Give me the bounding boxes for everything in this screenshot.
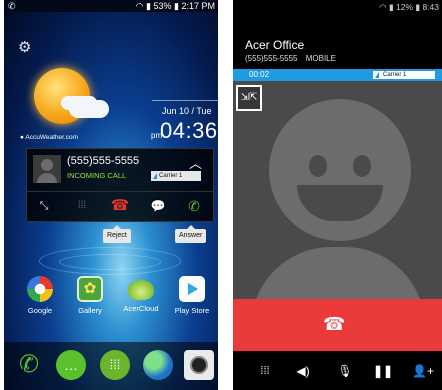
browser-icon[interactable] xyxy=(143,350,173,380)
avatar-eye xyxy=(309,155,327,177)
incoming-call-screen: ✆ ◠ ▮ 53% ▮ 2:17 PM ⚙ ● AccuWeather.com … xyxy=(4,0,218,390)
call-status-label: INCOMING CALL xyxy=(67,171,127,180)
app-play-store[interactable]: Play Store xyxy=(166,276,218,315)
apps-icon[interactable]: ⁞⁞⁞ xyxy=(100,350,130,380)
end-call-button[interactable]: ☎ xyxy=(233,299,442,351)
reject-tooltip: Reject xyxy=(103,225,131,243)
number-type: MOBILE xyxy=(305,54,336,63)
call-controls: ⁞⁞⁞ ◀) 🎙 ❚❚ 👤+ xyxy=(233,351,442,390)
settings-gear-icon[interactable]: ⚙ xyxy=(18,40,34,56)
carrier-badge: Carrier 1 xyxy=(373,71,435,79)
status-bar: ◠ ▮ 12% ▮ 8:43 xyxy=(233,0,442,14)
messaging-icon[interactable]: … xyxy=(56,350,86,380)
cloud-icon xyxy=(69,100,109,118)
google-icon xyxy=(27,276,53,302)
avatar-head xyxy=(269,99,411,241)
water-ripple xyxy=(59,254,161,270)
gallery-icon xyxy=(77,276,103,302)
battery-percent: 12% xyxy=(396,2,414,12)
status-time: 2:17 PM xyxy=(181,1,215,11)
answer-tooltip: Answer xyxy=(175,225,207,243)
app-row: Google Gallery AcerCloud Play Store xyxy=(4,276,218,318)
app-gallery[interactable]: Gallery xyxy=(64,276,116,315)
answer-call-button[interactable]: ✆ xyxy=(179,192,209,220)
end-call-icon: ☎ xyxy=(323,314,346,334)
caller-number: (555)555-5555 xyxy=(245,54,298,63)
wifi-icon: ◠ xyxy=(379,2,387,12)
wifi-icon: ◠ xyxy=(135,1,144,11)
reject-call-button[interactable]: ☎ xyxy=(105,192,135,220)
phone-icon: ✆ xyxy=(8,1,16,11)
acercloud-icon xyxy=(128,280,154,300)
call-timer-bar: 00:02 Carrier 1 xyxy=(233,69,442,81)
status-bar: ✆ ◠ ▮ 53% ▮ 2:17 PM xyxy=(4,0,218,12)
dialpad-icon[interactable]: ⁞⁞⁞ xyxy=(67,192,97,220)
camera-icon[interactable] xyxy=(184,350,214,380)
avatar-body xyxy=(251,247,425,299)
avatar-mouth xyxy=(297,185,383,221)
message-reply-button[interactable]: 💬 xyxy=(143,192,173,220)
caller-number-line: (555)555-5555 MOBILE xyxy=(245,54,342,63)
incoming-call-popup: (555)555-5555 INCOMING CALL ︿ Carrier 1 … xyxy=(26,148,214,222)
expand-icon[interactable]: ⤡ xyxy=(29,192,59,220)
battery-icon: ▮ xyxy=(174,1,179,11)
dialpad-icon[interactable]: ⁞⁞⁞ xyxy=(251,359,279,383)
play-store-icon xyxy=(179,276,205,302)
caller-photo: ⇲⇱ xyxy=(233,81,442,299)
hold-icon[interactable]: ❚❚ xyxy=(369,359,397,383)
caller-avatar xyxy=(33,155,61,183)
phone-icon[interactable]: ✆ xyxy=(14,350,44,380)
chevron-up-icon[interactable]: ︿ xyxy=(189,153,202,172)
caller-name: Acer Office xyxy=(245,38,305,52)
mute-icon[interactable]: 🎙 xyxy=(331,359,359,383)
signal-icon: ▮ xyxy=(388,2,394,12)
app-google[interactable]: Google xyxy=(14,276,66,315)
signal-icon: ▮ xyxy=(146,1,151,11)
call-timer: 00:02 xyxy=(249,70,270,79)
accuweather-label: ● AccuWeather.com xyxy=(20,134,79,141)
clock-date: Jun 10 / Tue xyxy=(162,106,212,116)
avatar-eye xyxy=(353,155,371,177)
clock-time: 04:36 xyxy=(160,118,218,143)
carrier-badge: Carrier 1 xyxy=(151,171,201,181)
add-call-icon[interactable]: 👤+ xyxy=(409,359,437,383)
collapse-icon[interactable]: ⇲⇱ xyxy=(236,85,262,111)
active-call-screen: ◠ ▮ 12% ▮ 8:43 Acer Office (555)555-5555… xyxy=(233,0,442,390)
battery-percent: 53% xyxy=(153,1,172,11)
dock: ✆ … ⁞⁞⁞ xyxy=(4,342,218,390)
speaker-icon[interactable]: ◀) xyxy=(289,359,317,383)
caller-number: (555)555-5555 xyxy=(67,155,140,167)
battery-icon: ▮ xyxy=(415,2,421,12)
status-time: 8:43 xyxy=(422,2,439,12)
call-actions: ⤡ ⁞⁞⁞ ☎ 💬 ✆ xyxy=(27,191,213,220)
app-acercloud[interactable]: AcerCloud xyxy=(115,276,167,313)
